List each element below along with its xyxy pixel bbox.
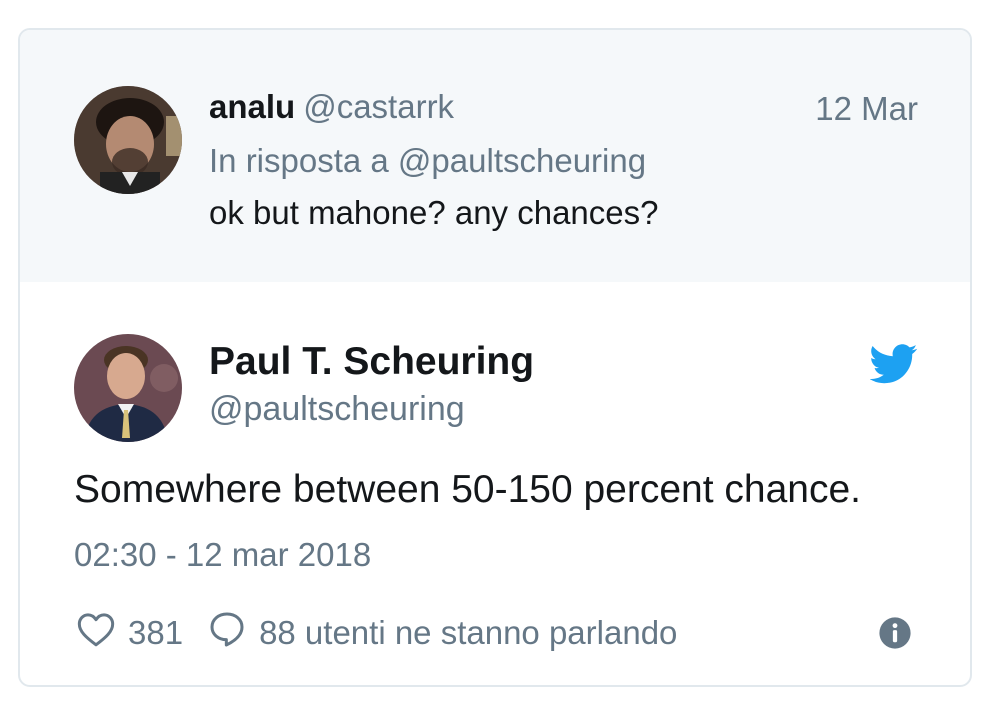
like-count[interactable]: 381 <box>128 614 183 652</box>
avatar[interactable] <box>74 86 182 194</box>
parent-tweet[interactable]: analu @castarrk 12 Mar In risposta a @pau… <box>20 30 970 282</box>
twitter-bird-icon[interactable] <box>869 344 918 384</box>
info-icon[interactable] <box>878 616 912 650</box>
author-display-name[interactable]: Paul T. Scheuring <box>209 340 534 384</box>
parent-tweet-text: ok but mahone? any chances? <box>209 194 659 231</box>
tweet-text: Somewhere between 50-150 percent chance. <box>74 468 862 511</box>
conversation-count[interactable]: 88 utenti ne stanno parlando <box>259 614 677 652</box>
tweet-card[interactable]: analu @castarrk 12 Mar In risposta a @pau… <box>18 28 972 687</box>
tweet-actions: 381 88 utenti ne stanno parlando <box>76 610 677 656</box>
avatar[interactable] <box>74 334 182 442</box>
parent-author[interactable]: analu @castarrk <box>209 88 454 126</box>
replying-to[interactable]: In risposta a @paultscheuring <box>209 142 646 180</box>
author-handle[interactable]: @paultscheuring <box>209 390 465 429</box>
speech-bubble-icon[interactable] <box>207 609 247 657</box>
parent-handle[interactable]: @castarrk <box>303 88 454 125</box>
parent-date[interactable]: 12 Mar <box>815 90 918 128</box>
tweet-timestamp[interactable]: 02:30 - 12 mar 2018 <box>74 536 371 574</box>
parent-display-name[interactable]: analu <box>209 88 295 125</box>
heart-icon[interactable] <box>76 610 116 656</box>
